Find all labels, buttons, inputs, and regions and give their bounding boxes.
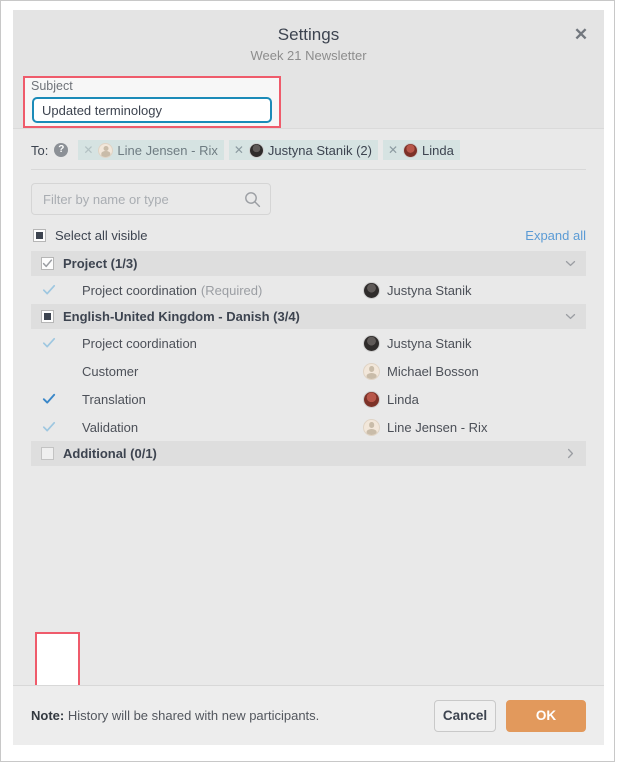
avatar [363, 418, 380, 436]
chip-remove-icon[interactable]: ✕ [233, 144, 245, 156]
leaf-check-icon[interactable] [41, 419, 57, 435]
chevron-down-icon[interactable] [562, 256, 578, 272]
leaf-person: Linda [363, 390, 578, 408]
avatar [363, 390, 380, 408]
tree-leaf-suffix: (Required) [200, 282, 263, 298]
tree-leaf-label: Translation [82, 391, 146, 407]
recipient-chip[interactable]: ✕ Justyna Stanik (2) [228, 140, 378, 160]
tree-group-row[interactable]: Project (1/3) [31, 251, 586, 276]
tree-leaf-row[interactable]: Translation Linda [31, 385, 586, 413]
recipient-chip-label: Justyna Stanik (2) [267, 142, 372, 158]
select-all-label: Select all visible [55, 228, 148, 243]
tree-group-label: English-United Kingdom - Danish (3/4) [63, 309, 300, 324]
tree-leaf-row[interactable]: Validation Line Jensen - Rix [31, 413, 586, 441]
recipient-chip[interactable]: ✕ Line Jensen - Rix [78, 140, 224, 160]
tree-leaf-label: Validation [82, 419, 139, 435]
dialog-header: Settings Week 21 Newsletter ✕ Subject [13, 10, 604, 129]
ok-button[interactable]: OK [506, 699, 586, 732]
close-icon[interactable]: ✕ [568, 21, 594, 47]
tree-leaf-row[interactable]: Customer Michael Bosson [31, 357, 586, 385]
avatar [248, 142, 264, 158]
tree-leaf-label: Project coordination [82, 335, 197, 351]
checkbox-column-highlight [35, 632, 80, 685]
tree-leaf-label: Customer [82, 363, 139, 379]
leaf-person: Michael Bosson [363, 362, 578, 380]
chip-remove-icon[interactable]: ✕ [387, 144, 399, 156]
group-checkbox[interactable] [41, 257, 54, 270]
select-all-checkbox[interactable] [33, 229, 46, 242]
leaf-check-icon[interactable] [41, 391, 57, 407]
person-name: Justyna Stanik [387, 335, 472, 351]
avatar [363, 334, 380, 352]
dialog-subtitle: Week 21 Newsletter [250, 48, 367, 63]
person-name: Linda [387, 391, 419, 407]
leaf-person: Justyna Stanik [363, 281, 578, 299]
chevron-down-icon[interactable] [562, 309, 578, 325]
page-root: Settings Week 21 Newsletter ✕ Subject To… [0, 0, 615, 762]
cancel-button[interactable]: Cancel [434, 699, 496, 732]
avatar [98, 142, 114, 158]
tree-group-label: Additional (0/1) [63, 446, 157, 461]
avatar [403, 142, 419, 158]
participants-tree: Project (1/3) Project coordination (Requ… [13, 251, 604, 685]
person-name: Michael Bosson [387, 363, 479, 379]
footer-note-prefix: Note: [31, 708, 65, 723]
chip-remove-icon[interactable]: ✕ [82, 144, 94, 156]
tree-leaf-label: Project coordination [82, 282, 197, 298]
tree-leaf-row[interactable]: Project coordination (Required) Justyna … [31, 276, 586, 304]
tree-group-label: Project (1/3) [63, 256, 138, 271]
select-all-row: Select all visible Expand all [13, 215, 604, 251]
avatar [363, 281, 380, 299]
group-checkbox[interactable] [41, 447, 54, 460]
leaf-person: Line Jensen - Rix [363, 418, 578, 436]
footer-buttons: Cancel OK [434, 699, 586, 732]
recipient-chip[interactable]: ✕ Linda [382, 140, 460, 160]
dialog-body: To: ? ✕ Line Jensen - Rix ✕ Justyna Stan… [13, 129, 604, 685]
leaf-check-icon[interactable] [41, 282, 57, 298]
avatar [363, 362, 380, 380]
filter-box[interactable] [31, 183, 271, 215]
subject-input[interactable] [32, 97, 272, 123]
subject-label: Subject [31, 79, 73, 93]
tree-group-row[interactable]: Additional (0/1) [31, 441, 586, 466]
group-checkbox[interactable] [41, 310, 54, 323]
subject-section: Subject [13, 76, 604, 128]
expand-all-link[interactable]: Expand all [525, 228, 586, 243]
page-title: Settings [277, 25, 340, 44]
recipient-chip-label: Line Jensen - Rix [117, 142, 218, 158]
dialog-footer: Note: History will be shared with new pa… [13, 685, 604, 745]
recipient-chip-label: Linda [422, 142, 454, 158]
help-circle-icon[interactable]: ? [54, 143, 69, 157]
filter-section [13, 170, 604, 215]
recipients-row: To: ? ✕ Line Jensen - Rix ✕ Justyna Stan… [13, 129, 604, 169]
to-label: To: [31, 142, 49, 158]
settings-dialog: Settings Week 21 Newsletter ✕ Subject To… [13, 10, 604, 745]
leaf-check-icon[interactable] [41, 363, 57, 379]
search-input[interactable] [32, 184, 270, 214]
leaf-check-icon[interactable] [41, 335, 57, 351]
person-name: Justyna Stanik [387, 282, 472, 298]
tree-leaf-row[interactable]: Project coordination Justyna Stanik [31, 329, 586, 357]
tree-group-row[interactable]: English-United Kingdom - Danish (3/4) [31, 304, 586, 329]
footer-note-text: History will be shared with new particip… [67, 708, 320, 723]
leaf-person: Justyna Stanik [363, 334, 578, 352]
person-name: Line Jensen - Rix [387, 419, 488, 435]
chevron-right-icon[interactable] [562, 446, 578, 462]
footer-note: Note: History will be shared with new pa… [31, 708, 319, 723]
